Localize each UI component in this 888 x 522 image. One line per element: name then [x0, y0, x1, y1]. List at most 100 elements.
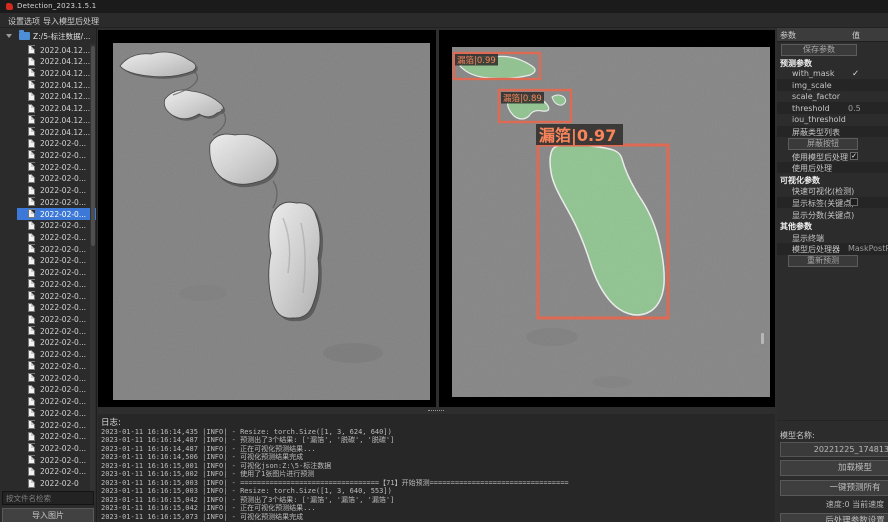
param-button[interactable]: 重新预测 — [788, 255, 858, 267]
file-icon — [28, 104, 35, 113]
tree-item[interactable]: 2022-02-0... — [0, 466, 97, 478]
tree-item[interactable]: 2022-02-0... — [0, 325, 97, 337]
filename-search-input[interactable] — [2, 491, 94, 505]
param-button[interactable]: 屏蔽按钮 — [788, 138, 858, 150]
tree-item[interactable]: 2022-02-0... — [0, 396, 97, 408]
tree-item[interactable]: 2022.04.12... — [0, 44, 97, 56]
param-row[interactable]: 快速可视化(检测) — [777, 185, 888, 197]
param-button[interactable]: 保存参数 — [781, 44, 857, 56]
checkbox-empty[interactable] — [850, 198, 858, 206]
tree-item[interactable]: 2022.04.12... — [0, 56, 97, 68]
tree-item[interactable]: 2022-02-0... — [0, 232, 97, 244]
file-icon — [28, 291, 35, 300]
param-row[interactable]: with_mask✓ — [777, 68, 888, 80]
tree-item[interactable]: 2022-02-0... — [0, 407, 97, 419]
splitter-grip[interactable] — [428, 410, 444, 412]
load-model-button[interactable]: 加载模型 — [780, 460, 888, 476]
param-row[interactable]: 模型后处理器MaskPostPro — [777, 243, 888, 255]
tree-item[interactable]: 2022-02-0... — [0, 243, 97, 255]
tree-item-label: 2022-02-0... — [40, 467, 86, 476]
param-row[interactable]: 显示分数(关键点) — [777, 208, 888, 220]
tree-item-label: 2022-02-0... — [40, 350, 86, 359]
tree-item[interactable]: 2022-02-0... — [0, 161, 97, 173]
tree-item[interactable]: 2022-02-0... — [0, 454, 97, 466]
tree-item[interactable]: 2022.04.12... — [0, 79, 97, 91]
param-row[interactable]: threshold0.5 — [777, 102, 888, 114]
param-row[interactable]: iou_threshold — [777, 114, 888, 126]
tree-item[interactable]: 2022-02-0... — [0, 149, 97, 161]
tree-item[interactable]: 2022-02-0... — [0, 185, 97, 197]
tree-root-label: Z:/5-标注数据/... — [33, 31, 90, 42]
tree-item[interactable]: 2022-02-0... — [0, 278, 97, 290]
tree-item[interactable]: 2022-02-0... — [0, 255, 97, 267]
tree-item[interactable]: 2022-02-0 — [0, 478, 97, 490]
tree-item[interactable]: 2022.04.12... — [0, 114, 97, 126]
tree-item[interactable]: 2022-02-0... — [0, 372, 97, 384]
log-line: 2023-01-11 16:16:15,073 |INFO| - 可视化预测结果… — [101, 513, 771, 521]
tree-root[interactable]: Z:/5-标注数据/... — [0, 30, 97, 43]
log-panel[interactable]: 日志: 2023-01-11 16:16:14,435 |INFO| - Res… — [98, 414, 775, 522]
tree-item[interactable]: 2022-02-0... — [0, 208, 97, 220]
tree-item[interactable]: 2022.04.12... — [0, 91, 97, 103]
file-icon — [28, 68, 35, 77]
tree-item[interactable]: 2022-02-0... — [0, 138, 97, 150]
import-images-button[interactable]: 导入图片 — [2, 508, 94, 522]
file-icon — [28, 420, 35, 429]
param-row[interactable]: img_scale — [777, 79, 888, 91]
tree-item-label: 2022-02-0... — [40, 186, 86, 195]
tree-item-label: 2022-02-0... — [40, 444, 86, 453]
tree-item[interactable]: 2022-02-0... — [0, 314, 97, 326]
tree-item[interactable]: 2022-02-0... — [0, 442, 97, 454]
source-image-panel[interactable] — [98, 30, 436, 407]
prediction-image-panel[interactable]: 漏箔|0.99 漏箔|0.89 漏箔|0.97 — [439, 30, 775, 407]
param-row[interactable]: 显示标签(关键点) — [777, 197, 888, 209]
model-name-field[interactable]: 20221225_174813 — [780, 442, 888, 457]
postprocess-settings-button[interactable]: 后处理参数设置 — [780, 513, 888, 522]
prediction-image: 漏箔|0.99 漏箔|0.89 漏箔|0.97 — [452, 47, 770, 397]
tree-scrollbar-handle[interactable] — [91, 46, 95, 246]
tree-item[interactable]: 2022-02-0... — [0, 337, 97, 349]
param-row[interactable]: 使用后处理 — [777, 162, 888, 174]
file-icon — [28, 221, 35, 230]
tree-item[interactable]: 2022-02-0... — [0, 302, 97, 314]
param-row[interactable]: 显示终端 — [777, 231, 888, 243]
menu-item-settings[interactable]: 设置选项 — [5, 15, 43, 28]
tree-item[interactable]: 2022-02-0... — [0, 349, 97, 361]
vertical-splitter-grip[interactable] — [761, 333, 764, 344]
tree-item[interactable]: 2022-02-0... — [0, 267, 97, 279]
predict-all-button[interactable]: 一键预测所有 — [780, 480, 888, 496]
chevron-down-icon[interactable] — [6, 34, 12, 38]
tree-item[interactable]: 2022.04.12... — [0, 67, 97, 79]
tree-item-label: 2022-02-0... — [40, 338, 86, 347]
tree-item[interactable]: 2022-02-0... — [0, 419, 97, 431]
tree-item[interactable]: 2022.04.12... — [0, 103, 97, 115]
tree-item-label: 2022-02-0... — [40, 163, 86, 172]
log-title: 日志: — [101, 416, 121, 428]
menu-item-import-postprocess[interactable]: 导入模型后处理 — [40, 15, 102, 28]
params-section-header: 其他参数 — [777, 220, 888, 232]
param-row[interactable]: scale_factor — [777, 91, 888, 103]
tree-item[interactable]: 2022-02-0... — [0, 431, 97, 443]
log-line: 2023-01-11 16:16:14,487 |INFO| - 预测出了3个结… — [101, 436, 771, 444]
tree-item[interactable]: 2022.04.12... — [0, 126, 97, 138]
tree-item[interactable]: 2022-02-0... — [0, 220, 97, 232]
tree-item[interactable]: 2022-02-0... — [0, 196, 97, 208]
checkbox-checked[interactable]: ✓ — [850, 152, 858, 160]
tree-item-label: 2022-02-0... — [40, 139, 86, 148]
tree-item[interactable]: 2022-02-0... — [0, 173, 97, 185]
file-icon — [28, 268, 35, 277]
file-icon — [28, 408, 35, 417]
tree-scrollbar[interactable] — [90, 44, 95, 502]
tree-item[interactable]: 2022-02-0... — [0, 360, 97, 372]
file-icon — [28, 209, 35, 218]
param-row[interactable]: 屏蔽类型列表 — [777, 126, 888, 138]
param-row[interactable]: 使用模型后处理✓ — [777, 150, 888, 162]
file-icon — [28, 455, 35, 464]
tree-item-label: 2022-02-0... — [40, 280, 86, 289]
window-title: Detection_2023.1.5.1 — [17, 2, 96, 10]
tree-item[interactable]: 2022-02-0... — [0, 290, 97, 302]
horizontal-splitter[interactable] — [98, 407, 775, 414]
tree-item[interactable]: 2022-02-0... — [0, 384, 97, 396]
tree-item-label: 2022.04.12... — [40, 81, 90, 90]
file-icon — [28, 361, 35, 370]
